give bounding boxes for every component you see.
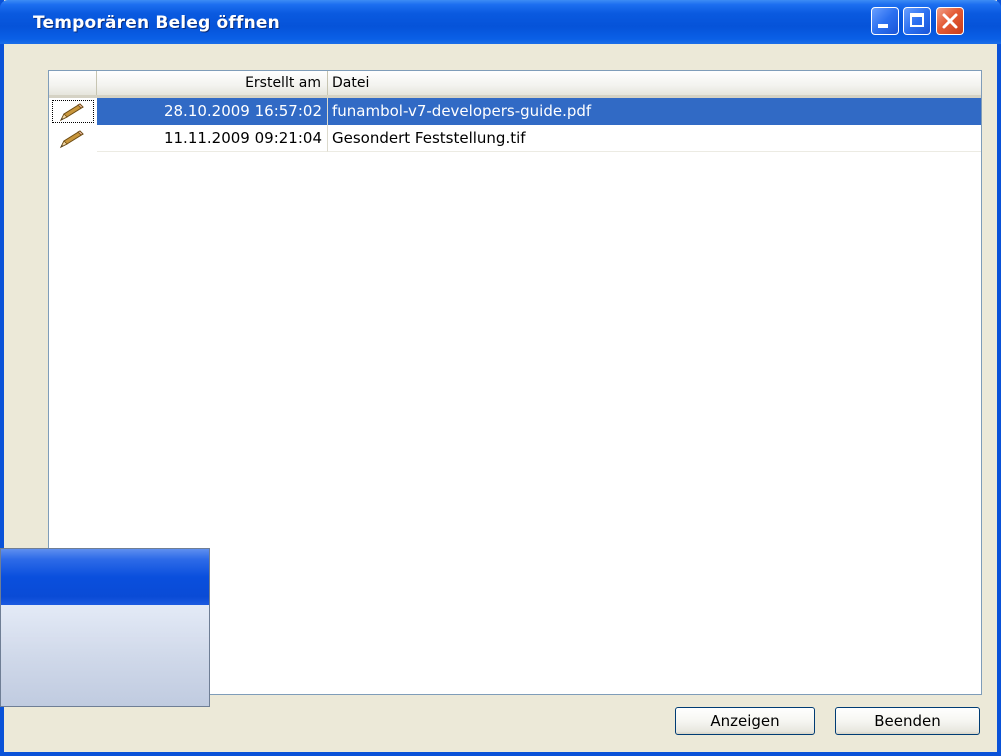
overlapping-window-titlebar xyxy=(1,549,209,605)
table-row[interactable]: 28.10.2009 16:57:02 funambol-v7-develope… xyxy=(49,98,981,125)
close-window-button[interactable] xyxy=(936,7,964,35)
created-cell: 28.10.2009 16:57:02 xyxy=(97,98,328,125)
row-icon-cell xyxy=(49,125,97,152)
column-header-file[interactable]: Datei xyxy=(328,71,981,95)
show-button[interactable]: Anzeigen xyxy=(675,707,815,735)
created-cell: 11.11.2009 09:21:04 xyxy=(97,125,328,152)
overlapping-window-divider xyxy=(1,637,209,641)
title-bar[interactable]: Temporären Beleg öffnen xyxy=(0,0,1001,44)
list-header: Erstellt am Datei xyxy=(49,71,981,98)
close-icon xyxy=(942,13,958,29)
minimize-button[interactable] xyxy=(871,7,899,35)
minimize-icon xyxy=(878,24,888,28)
maximize-icon xyxy=(910,13,924,27)
column-header-icon[interactable] xyxy=(49,71,97,95)
file-cell: funambol-v7-developers-guide.pdf xyxy=(328,98,981,125)
table-row[interactable]: 11.11.2009 09:21:04 Gesondert Feststellu… xyxy=(49,125,981,152)
maximize-button[interactable] xyxy=(903,7,931,35)
window-title: Temporären Beleg öffnen xyxy=(33,13,280,33)
file-cell: Gesondert Feststellung.tif xyxy=(328,125,981,152)
overlapping-window-fragment xyxy=(0,548,210,707)
pencil-icon xyxy=(59,130,84,149)
pencil-icon xyxy=(59,103,84,122)
column-header-created[interactable]: Erstellt am xyxy=(97,71,328,95)
row-icon-cell xyxy=(49,98,97,125)
close-button[interactable]: Beenden xyxy=(835,707,980,735)
